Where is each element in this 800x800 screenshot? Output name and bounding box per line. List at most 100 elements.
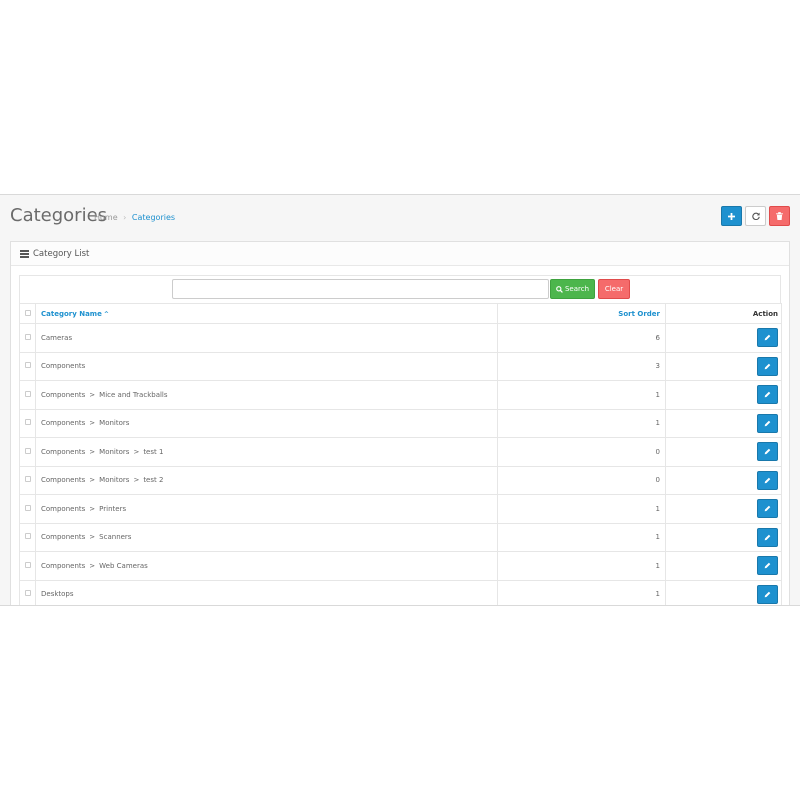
path-separator: > — [133, 476, 140, 485]
pencil-icon — [764, 562, 771, 569]
column-header-sort-order[interactable]: Sort Order — [497, 303, 666, 324]
edit-button[interactable] — [757, 413, 778, 433]
row-select-cell — [19, 494, 36, 524]
path-separator: > — [89, 533, 96, 542]
clear-button-label: Clear — [604, 285, 624, 293]
row-checkbox[interactable] — [24, 447, 31, 454]
pencil-icon — [764, 534, 771, 541]
rebuild-button[interactable] — [745, 206, 766, 226]
row-checkbox[interactable] — [24, 533, 31, 540]
pencil-icon — [764, 363, 771, 370]
action-cell — [665, 522, 782, 552]
pencil-icon — [764, 391, 771, 398]
breadcrumb-home[interactable]: Home — [94, 213, 118, 222]
table-row: Components > Monitors 1 — [19, 408, 782, 438]
column-sort-label: Sort Order — [618, 309, 660, 318]
category-name-cell: Components > Printers — [35, 494, 498, 524]
plus-icon — [728, 212, 735, 220]
breadcrumb-current[interactable]: Categories — [132, 213, 175, 222]
edit-button[interactable] — [757, 356, 778, 376]
edit-button[interactable] — [757, 385, 778, 405]
category-name-cell: Cameras — [35, 323, 498, 353]
category-path-segment: Components — [41, 390, 86, 399]
row-select-cell — [19, 380, 36, 410]
list-icon — [20, 250, 29, 258]
category-path-segment: Components — [41, 476, 86, 485]
table-row: Components > Scanners 1 — [19, 522, 782, 552]
row-select-cell — [19, 551, 36, 581]
category-list-panel: Category List Search Clear Category Name… — [10, 241, 790, 605]
sort-order-cell: 1 — [497, 494, 666, 524]
category-path-segment: Cameras — [41, 333, 73, 342]
path-separator: > — [133, 447, 140, 456]
page-header: Categories Home › Categories — [10, 205, 790, 235]
action-cell — [665, 579, 782, 605]
edit-button[interactable] — [757, 328, 778, 348]
row-checkbox[interactable] — [24, 362, 31, 369]
table-row: Cameras 6 — [19, 323, 782, 353]
path-separator: > — [89, 476, 96, 485]
action-cell — [665, 494, 782, 524]
select-all-checkbox[interactable] — [24, 309, 31, 316]
delete-button[interactable] — [769, 206, 790, 226]
action-cell — [665, 351, 782, 381]
category-path-segment: Scanners — [99, 533, 132, 542]
category-path-segment: Monitors — [99, 419, 130, 428]
column-name-label: Category Name — [41, 309, 102, 318]
column-action-label: Action — [752, 309, 778, 318]
category-name-cell: Components > Web Cameras — [35, 551, 498, 581]
path-separator: > — [89, 561, 96, 570]
category-name-cell: Desktops — [35, 579, 498, 605]
header-actions — [721, 206, 790, 226]
row-checkbox[interactable] — [24, 504, 31, 511]
column-header-category-name[interactable]: Category Name ^ — [35, 303, 498, 324]
row-checkbox[interactable] — [24, 333, 31, 340]
pencil-icon — [764, 591, 771, 598]
action-cell — [665, 465, 782, 495]
clear-button[interactable]: Clear — [598, 279, 630, 299]
sort-order-cell: 1 — [497, 408, 666, 438]
row-checkbox[interactable] — [24, 561, 31, 568]
category-path-segment: Components — [41, 561, 86, 570]
sort-order-cell: 1 — [497, 551, 666, 581]
content-frame: Categories Home › Categories Category Li… — [0, 194, 800, 606]
category-name-cell: Components — [35, 351, 498, 381]
category-path-segment: test 2 — [143, 476, 164, 485]
table-row: Components 3 — [19, 351, 782, 381]
row-select-cell — [19, 437, 36, 467]
row-checkbox[interactable] — [24, 476, 31, 483]
category-table: Category Name ^ Sort Order Action Cameras… — [19, 303, 782, 605]
edit-button[interactable] — [757, 499, 778, 519]
filter-bar: Search Clear — [19, 275, 781, 303]
add-button[interactable] — [721, 206, 742, 226]
category-path-segment: Printers — [99, 504, 127, 513]
edit-button[interactable] — [757, 584, 778, 604]
row-checkbox[interactable] — [24, 590, 31, 597]
row-select-cell — [19, 323, 36, 353]
search-icon — [556, 285, 563, 293]
action-cell — [665, 380, 782, 410]
path-separator: > — [89, 419, 96, 428]
table-row: Components > Monitors > test 10 — [19, 437, 782, 467]
search-button-label: Search — [564, 285, 590, 293]
pencil-icon — [764, 505, 771, 512]
row-checkbox[interactable] — [24, 419, 31, 426]
row-checkbox[interactable] — [24, 390, 31, 397]
edit-button[interactable] — [757, 527, 778, 547]
row-select-cell — [19, 465, 36, 495]
refresh-icon — [751, 212, 760, 220]
category-name-cell: Components > Monitors > test 1 — [35, 437, 498, 467]
action-cell — [665, 551, 782, 581]
table-body: Cameras 6 Components 3 Components > Mice and T… — [19, 323, 782, 605]
search-button[interactable]: Search — [550, 279, 595, 299]
search-input[interactable] — [172, 279, 549, 299]
table-row: Components > Monitors > test 20 — [19, 465, 782, 495]
category-path-segment: Components — [41, 504, 86, 513]
edit-button[interactable] — [757, 556, 778, 576]
column-header-action: Action — [665, 303, 782, 324]
edit-button[interactable] — [757, 470, 778, 490]
category-path-segment: Components — [41, 362, 86, 371]
table-row: Components > Web Cameras 1 — [19, 551, 782, 581]
edit-button[interactable] — [757, 442, 778, 462]
pencil-icon — [764, 420, 771, 427]
